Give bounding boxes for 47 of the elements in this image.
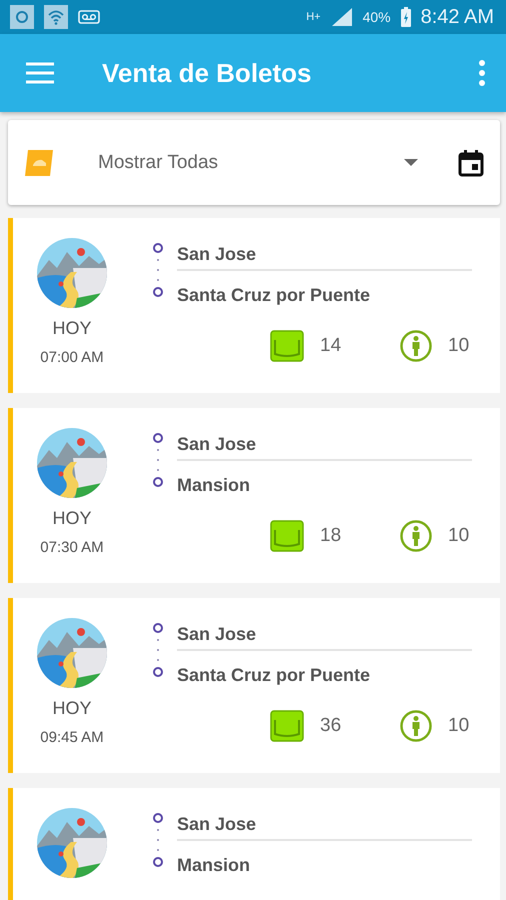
passenger-count: 10	[448, 525, 470, 547]
seat-count: 18	[320, 525, 342, 547]
origin-stop: San Jose	[177, 810, 472, 841]
trip-time: 07:30 AM	[40, 539, 104, 556]
destination-stop: Santa Cruz por Puente	[177, 664, 372, 687]
route-dots-icon	[151, 810, 165, 870]
person-icon	[400, 710, 432, 742]
origin-stop: San Jose	[177, 620, 472, 651]
route-dots-icon	[151, 240, 165, 300]
passenger-count: 10	[448, 335, 470, 357]
route-dots-icon	[151, 620, 165, 680]
clock-time: 8:42 AM	[420, 6, 494, 28]
trip-time: 07:00 AM	[40, 349, 104, 366]
destination-stop: Mansion	[177, 474, 252, 497]
battery-icon	[400, 7, 411, 27]
passenger-count: 10	[448, 715, 470, 737]
trip-day: HOY	[52, 508, 92, 529]
battery-percent: 40%	[362, 9, 391, 25]
seat-icon	[270, 710, 304, 742]
network-type: H+	[306, 11, 321, 23]
voicemail-icon	[78, 10, 100, 24]
signal-icon	[330, 7, 353, 27]
route-dropdown[interactable]: Mostrar Todas	[98, 152, 418, 174]
app-title: Venta de Boletos	[102, 58, 312, 88]
caret-icon	[404, 158, 418, 166]
seat-count: 36	[320, 715, 342, 737]
wifi-icon	[44, 5, 68, 29]
seat-icon	[270, 330, 304, 362]
origin-stop: San Jose	[177, 240, 472, 271]
trip-card[interactable]: HOY 07:00 AM San Jose Santa Cruz por Puente 14 10	[8, 218, 500, 393]
trip-card[interactable]: HOY 09:45 AM San Jose Santa Cruz por Puente 36 10	[8, 598, 500, 773]
trip-time: 09:45 AM	[40, 729, 104, 746]
trip-day: HOY	[52, 698, 92, 719]
more-options-icon[interactable]	[478, 60, 486, 86]
seat-count: 14	[320, 335, 342, 357]
route-dots-icon	[151, 430, 165, 490]
trip-card[interactable]: HOY 07:30 AM San Jose Mansion 18 10	[8, 408, 500, 583]
person-icon	[400, 520, 432, 552]
person-icon	[400, 330, 432, 362]
trip-card[interactable]: San Jose Mansion	[8, 788, 500, 900]
calendar-icon[interactable]	[458, 148, 484, 176]
origin-stop: San Jose	[177, 430, 472, 461]
destination-stop: Santa Cruz por Puente	[177, 284, 372, 307]
trip-day: HOY	[52, 318, 92, 339]
destination-stop: Mansion	[177, 854, 252, 877]
seat-icon	[270, 520, 304, 552]
menu-icon[interactable]	[26, 62, 54, 84]
